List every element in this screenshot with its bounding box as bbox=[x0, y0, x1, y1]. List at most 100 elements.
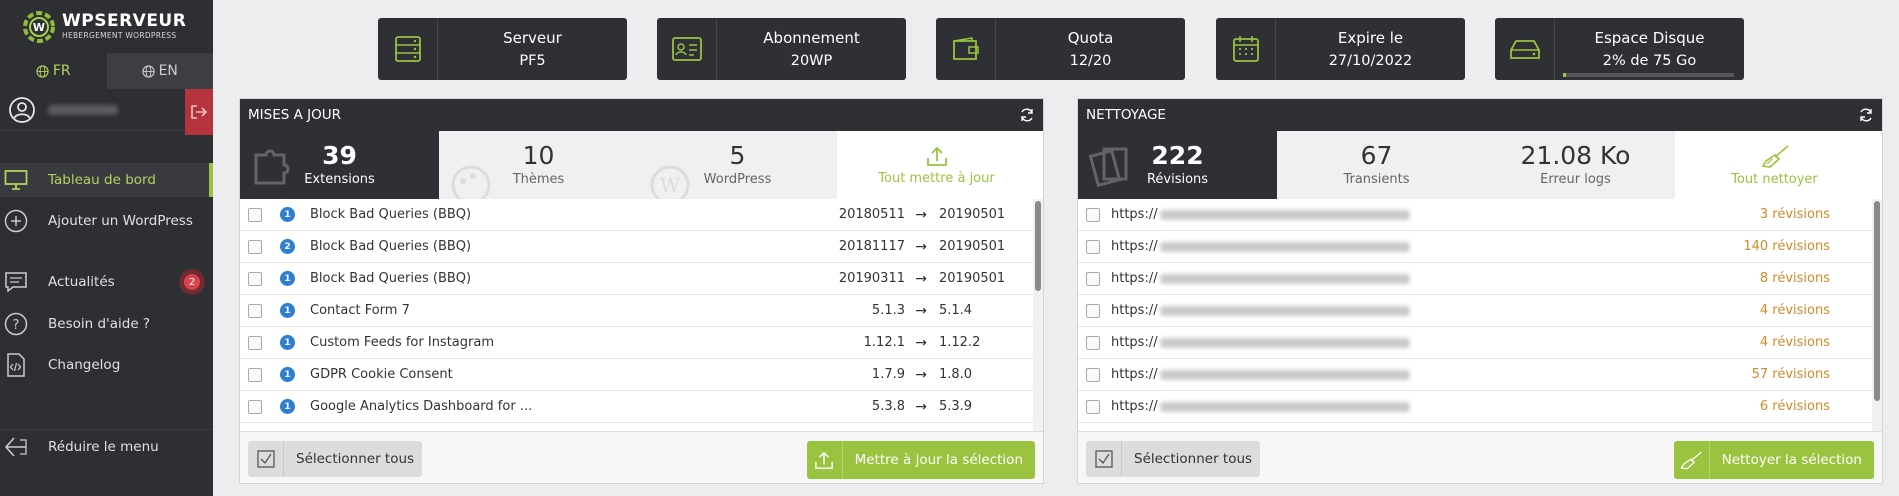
updates-footer: Sélectionner tous Mettre à jour la sélec… bbox=[240, 431, 1043, 483]
row-checkbox[interactable] bbox=[1086, 271, 1100, 286]
table-row[interactable]: 1 Contact Form 7 5.1.3 → 5.1.4 bbox=[240, 295, 1043, 327]
row-checkbox[interactable] bbox=[1086, 239, 1100, 254]
updates-select-all-button[interactable]: Sélectionner tous bbox=[248, 441, 422, 477]
table-row[interactable]: https:// 57 révisions bbox=[1078, 359, 1882, 391]
plugin-name: Block Bad Queries (BBQ) bbox=[310, 271, 472, 286]
update-selection-button[interactable]: Mettre à jour la sélection bbox=[806, 441, 1035, 479]
tab-error-logs[interactable]: 21.08 Ko Erreur logs bbox=[1476, 131, 1675, 199]
site-url-redacted bbox=[1159, 369, 1410, 380]
tab-extensions[interactable]: 39 Extensions bbox=[240, 131, 439, 199]
logo[interactable]: W WPSERVEUR HEBERGEMENT WORDPRESS bbox=[0, 0, 213, 53]
disk-usage-bar bbox=[1563, 73, 1734, 77]
checkbox-icon bbox=[1086, 441, 1122, 477]
table-row[interactable]: 1 Custom Feeds for Instagram 1.12.1 → 1.12.2 bbox=[240, 327, 1043, 359]
stat-quota-label: Quota bbox=[1067, 29, 1114, 47]
row-checkbox[interactable] bbox=[248, 399, 262, 414]
update-count-badge: 1 bbox=[280, 367, 295, 382]
nav-dashboard[interactable]: Tableau de bord bbox=[0, 163, 213, 197]
upload-icon bbox=[807, 441, 843, 479]
stat-subscription: Abonnement 20WP bbox=[657, 18, 906, 80]
stat-subscription-label: Abonnement bbox=[763, 29, 860, 47]
chat-icon bbox=[3, 269, 29, 295]
new-version: 1.8.0 bbox=[939, 367, 973, 382]
stat-expiry-value: 27/10/2022 bbox=[1328, 53, 1413, 69]
table-row[interactable]: https:// 3 révisions bbox=[1078, 199, 1882, 231]
svg-text:?: ? bbox=[13, 318, 20, 333]
lang-en[interactable]: EN bbox=[106, 53, 213, 89]
error-logs-label: Erreur logs bbox=[1540, 172, 1611, 187]
site-url-redacted bbox=[1159, 337, 1410, 348]
new-version: 1.12.2 bbox=[939, 335, 981, 350]
question-icon: ? bbox=[3, 311, 29, 337]
refresh-icon[interactable] bbox=[1858, 107, 1874, 123]
server-icon bbox=[378, 18, 438, 80]
arrow-right-icon: → bbox=[915, 366, 927, 383]
plugin-name: Block Bad Queries (BBQ) bbox=[310, 239, 472, 254]
table-row[interactable]: 1 Google Analytics Dashboard for ... 5.3.8… bbox=[240, 391, 1043, 423]
table-row[interactable]: 1 Block Bad Queries (BBQ) 20180511 → 2019050… bbox=[240, 199, 1043, 231]
current-version: 5.3.8 bbox=[871, 399, 905, 414]
cleanup-tabs: 222 Révisions 67 Transients 21.08 Ko Err… bbox=[1078, 131, 1882, 199]
clean-all-button[interactable]: Tout nettoyer bbox=[1675, 131, 1874, 199]
row-checkbox[interactable] bbox=[1086, 335, 1100, 350]
site-url: https:// bbox=[1111, 271, 1158, 286]
update-count-badge: 1 bbox=[280, 335, 295, 350]
cleanup-select-all-button[interactable]: Sélectionner tous bbox=[1086, 441, 1260, 477]
row-checkbox[interactable] bbox=[1086, 399, 1100, 414]
user-name-redacted bbox=[48, 104, 118, 115]
table-row[interactable]: 1 GDPR Cookie Consent 1.7.9 → 1.8.0 bbox=[240, 359, 1043, 391]
row-checkbox[interactable] bbox=[248, 335, 262, 350]
revision-count: 3 révisions bbox=[1759, 207, 1830, 222]
cleanup-select-all-label: Sélectionner tous bbox=[1134, 451, 1253, 467]
stat-server-value: PF5 bbox=[519, 53, 546, 69]
updates-scroll-thumb[interactable] bbox=[1035, 201, 1041, 291]
row-checkbox[interactable] bbox=[1086, 207, 1100, 222]
table-row[interactable]: https:// 4 révisions bbox=[1078, 327, 1882, 359]
refresh-icon[interactable] bbox=[1019, 107, 1035, 123]
row-checkbox[interactable] bbox=[248, 367, 262, 382]
stat-expiry: Expire le 27/10/2022 bbox=[1216, 18, 1465, 80]
wordpress-label: WordPress bbox=[703, 172, 772, 187]
nav-help-label: Besoin d'aide ? bbox=[48, 316, 151, 332]
update-count-badge: 1 bbox=[280, 399, 295, 414]
row-checkbox[interactable] bbox=[248, 303, 262, 318]
site-url-redacted bbox=[1159, 401, 1410, 412]
lang-fr[interactable]: FR bbox=[0, 53, 107, 89]
stat-quota-value: 12/20 bbox=[1069, 53, 1112, 69]
table-row[interactable]: https:// 4 révisions bbox=[1078, 295, 1882, 327]
globe-icon bbox=[36, 64, 49, 78]
themes-count: 10 bbox=[522, 141, 555, 170]
row-checkbox[interactable] bbox=[248, 239, 262, 254]
plugin-name: Block Bad Queries (BBQ) bbox=[310, 207, 472, 222]
nav-add-wordpress[interactable]: Ajouter un WordPress bbox=[0, 204, 213, 238]
error-logs-size: 21.08 Ko bbox=[1520, 141, 1631, 170]
updates-scrollbar[interactable] bbox=[1033, 199, 1043, 431]
table-row[interactable]: https:// 6 révisions bbox=[1078, 391, 1882, 423]
clean-selection-button[interactable]: Nettoyer la sélection bbox=[1673, 441, 1874, 479]
table-row[interactable]: 2 Block Bad Queries (BBQ) 20181117 → 2019050… bbox=[240, 231, 1043, 263]
lang-fr-label: FR bbox=[52, 63, 71, 79]
collapse-menu-button[interactable]: Réduire le menu bbox=[0, 429, 213, 463]
cleanup-scrollbar[interactable] bbox=[1872, 199, 1882, 431]
nav-help[interactable]: ? Besoin d'aide ? bbox=[0, 307, 213, 341]
cleanup-scroll-thumb[interactable] bbox=[1874, 201, 1880, 401]
clean-all-label: Tout nettoyer bbox=[1731, 171, 1818, 187]
row-checkbox[interactable] bbox=[248, 207, 262, 222]
broom-icon bbox=[1674, 441, 1710, 479]
current-version: 20180511 bbox=[838, 207, 905, 222]
tab-transients[interactable]: 67 Transients bbox=[1277, 131, 1476, 199]
row-checkbox[interactable] bbox=[248, 271, 262, 286]
tab-wordpress[interactable]: W 5 WordPress bbox=[638, 131, 837, 199]
nav-changelog[interactable]: Changelog bbox=[0, 348, 213, 382]
nav-news[interactable]: Actualités 2 bbox=[0, 265, 213, 299]
table-row[interactable]: https:// 140 révisions bbox=[1078, 231, 1882, 263]
logout-button[interactable] bbox=[185, 89, 213, 135]
table-row[interactable]: https:// 8 révisions bbox=[1078, 263, 1882, 295]
tab-themes[interactable]: 10 Thèmes bbox=[439, 131, 638, 199]
row-checkbox[interactable] bbox=[1086, 367, 1100, 382]
update-count-badge: 1 bbox=[280, 271, 295, 286]
update-all-button[interactable]: Tout mettre à jour bbox=[837, 131, 1036, 199]
row-checkbox[interactable] bbox=[1086, 303, 1100, 318]
table-row[interactable]: 1 Block Bad Queries (BBQ) 20190311 → 2019050… bbox=[240, 263, 1043, 295]
tab-revisions[interactable]: 222 Révisions bbox=[1078, 131, 1277, 199]
